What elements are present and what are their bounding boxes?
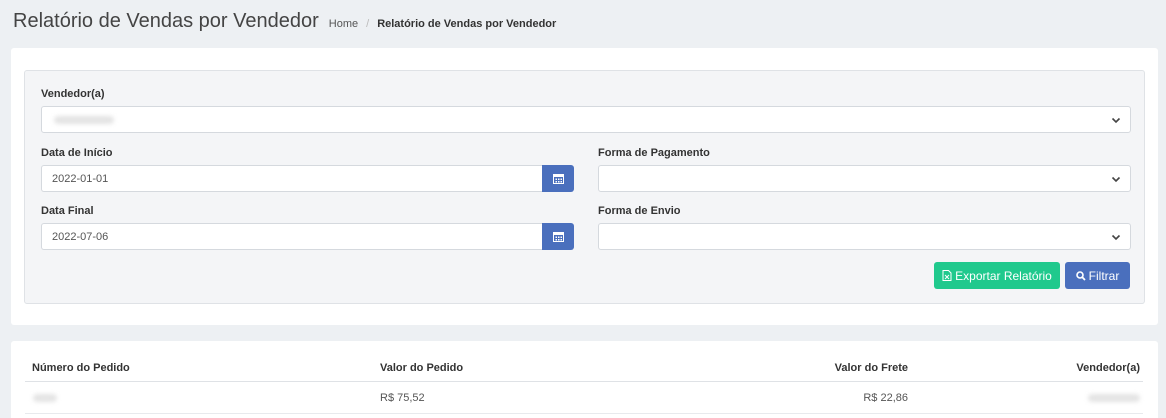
page-title: Relatório de Vendas por Vendedor	[13, 10, 319, 32]
breadcrumb-current: Relatório de Vendas por Vendedor	[377, 18, 557, 30]
file-excel-icon	[942, 270, 952, 281]
column-header-valor-pedido: Valor do Pedido	[380, 362, 464, 374]
data-final-value: 2022-07-06	[52, 231, 109, 243]
blurred-order-number	[33, 394, 57, 402]
chevron-down-icon	[1111, 117, 1121, 124]
export-report-button[interactable]: Exportar Relatório	[934, 262, 1060, 289]
chevron-down-icon	[1111, 234, 1121, 241]
export-report-label: Exportar Relatório	[955, 268, 1052, 283]
calendar-icon	[552, 232, 564, 242]
filter-label: Filtrar	[1088, 268, 1120, 283]
vendedor-select[interactable]	[41, 106, 1131, 133]
filter-panel: Vendedor(a) Data de Início 2022-01-01 Fo…	[24, 70, 1145, 304]
data-inicio-input[interactable]: 2022-01-01	[41, 165, 543, 192]
blurred-vendedor-name	[54, 116, 114, 124]
blurred-vendedor-cell	[1088, 394, 1140, 402]
filter-card: Vendedor(a) Data de Início 2022-01-01 Fo…	[11, 48, 1158, 325]
table-row-divider	[25, 413, 1143, 414]
data-inicio-label: Data de Início	[41, 147, 113, 159]
chevron-down-icon	[1111, 176, 1121, 183]
cell-valor-frete: R$ 22,86	[863, 392, 908, 404]
data-inicio-calendar-button[interactable]	[542, 165, 574, 192]
vendedor-label: Vendedor(a)	[41, 88, 105, 100]
column-header-valor-frete: Valor do Frete	[834, 362, 908, 374]
page-header: Relatório de Vendas por Vendedor Home / …	[13, 10, 556, 33]
breadcrumb-separator: /	[366, 18, 370, 30]
calendar-icon	[552, 174, 564, 184]
breadcrumb-home-link[interactable]: Home	[329, 18, 358, 30]
forma-pagamento-label: Forma de Pagamento	[598, 147, 710, 159]
table-header-divider	[25, 381, 1143, 382]
breadcrumb: Home / Relatório de Vendas por Vendedor	[329, 18, 557, 30]
forma-envio-select[interactable]	[598, 223, 1131, 250]
data-final-label: Data Final	[41, 205, 94, 217]
search-icon	[1075, 270, 1086, 281]
data-final-calendar-button[interactable]	[542, 223, 574, 250]
column-header-vendedor: Vendedor(a)	[1076, 362, 1140, 374]
column-header-numero-pedido: Número do Pedido	[32, 362, 130, 374]
results-table: Número do Pedido Valor do Pedido Valor d…	[11, 341, 1158, 418]
forma-envio-label: Forma de Envio	[598, 205, 681, 217]
data-final-input[interactable]: 2022-07-06	[41, 223, 543, 250]
filter-button[interactable]: Filtrar	[1065, 262, 1130, 289]
forma-pagamento-select[interactable]	[598, 165, 1131, 192]
data-inicio-value: 2022-01-01	[52, 173, 109, 185]
cell-valor-pedido: R$ 75,52	[380, 392, 425, 404]
